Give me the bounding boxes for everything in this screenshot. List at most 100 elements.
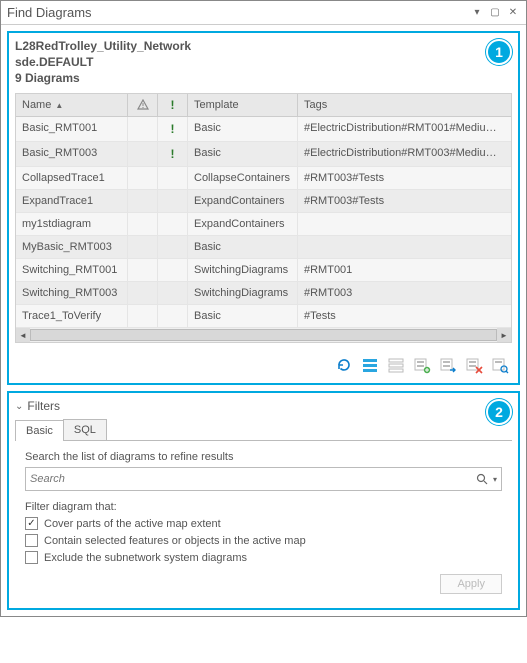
tab-sql[interactable]: SQL	[63, 419, 107, 440]
checkbox-selected[interactable]	[25, 534, 38, 547]
window-title: Find Diagrams	[7, 5, 92, 20]
delete-diagram-button[interactable]	[464, 355, 484, 375]
table-row[interactable]: Switching_RMT001SwitchingDiagrams#RMT001	[16, 259, 511, 282]
cell-warn	[128, 236, 158, 258]
checkbox-row-extent: ✓ Cover parts of the active map extent	[25, 517, 502, 530]
cell-template: Basic	[188, 236, 298, 258]
scroll-left-icon[interactable]: ◄	[16, 328, 30, 342]
source-name: sde.DEFAULT	[15, 55, 512, 69]
open-diagram-button[interactable]	[438, 355, 458, 375]
results-panel: 1 L28RedTrolley_Utility_Network sde.DEFA…	[7, 31, 520, 385]
cell-warn	[128, 167, 158, 189]
tab-basic-body: Search the list of diagrams to refine re…	[15, 441, 512, 602]
add-diagram-button[interactable]	[412, 355, 432, 375]
cell-warn	[128, 305, 158, 327]
filter-tabs: Basic SQL	[15, 419, 512, 441]
scroll-right-icon[interactable]: ►	[497, 328, 511, 342]
table-row[interactable]: Switching_RMT003SwitchingDiagrams#RMT003	[16, 282, 511, 305]
cell-name: MyBasic_RMT003	[16, 236, 128, 258]
cell-warn	[128, 190, 158, 212]
cell-name: Switching_RMT003	[16, 282, 128, 304]
col-warning[interactable]	[128, 94, 158, 116]
cell-tags: #ElectricDistribution#RMT001#Medium Volt…	[298, 117, 511, 141]
search-options-icon[interactable]: ▾	[490, 475, 497, 484]
cell-template: ExpandContainers	[188, 213, 298, 235]
cell-warn	[128, 282, 158, 304]
cell-name: my1stdiagram	[16, 213, 128, 235]
col-template[interactable]: Template	[188, 94, 298, 116]
checkbox-extent[interactable]: ✓	[25, 517, 38, 530]
table-row[interactable]: my1stdiagram ExpandContainers	[16, 213, 511, 236]
titlebar: Find Diagrams ▾ ▢ ✕	[1, 1, 526, 25]
cell-name: ExpandTrace1	[16, 190, 128, 212]
scroll-track[interactable]	[30, 329, 497, 341]
cell-warn	[128, 117, 158, 141]
tab-basic[interactable]: Basic	[15, 420, 64, 441]
filters-header[interactable]: ⌄ Filters	[15, 399, 512, 417]
checkbox-row-exclude: Exclude the subnetwork system diagrams	[25, 551, 502, 564]
cell-name: Trace1_ToVerify	[16, 305, 128, 327]
table-header: Name ▲ ! Template Tags	[16, 94, 511, 117]
col-tags[interactable]: Tags	[298, 94, 511, 116]
table-body: Basic_RMT001!Basic#ElectricDistribution#…	[16, 117, 511, 328]
cell-name: Switching_RMT001	[16, 259, 128, 281]
close-icon[interactable]: ✕	[506, 6, 520, 20]
search-row: ▾	[25, 467, 502, 491]
chevron-down-icon: ⌄	[15, 401, 23, 412]
search-input[interactable]	[30, 473, 474, 485]
cell-tags: #Tests	[298, 305, 511, 327]
cell-tags	[298, 236, 511, 258]
apply-button[interactable]: Apply	[440, 574, 502, 594]
cell-template: Basic	[188, 117, 298, 141]
cell-consistency: !	[158, 142, 188, 166]
cell-consistency: !	[158, 117, 188, 141]
cell-tags: #ElectricDistribution#RMT003#Medium Volt…	[298, 142, 511, 166]
col-name-label: Name	[22, 99, 51, 111]
callout-badge-2: 2	[486, 399, 512, 425]
callout-badge-1: 1	[486, 39, 512, 65]
cell-tags	[298, 213, 511, 235]
cell-consistency	[158, 236, 188, 258]
table-row[interactable]: ExpandTrace1ExpandContainers#RMT003#Test…	[16, 190, 511, 213]
checkbox-row-selected: Contain selected features or objects in …	[25, 534, 502, 547]
table-row[interactable]: Basic_RMT003!Basic#ElectricDistribution#…	[16, 142, 511, 167]
table-row[interactable]: CollapsedTrace1CollapseContainers#RMT003…	[16, 167, 511, 190]
cell-tags: #RMT001	[298, 259, 511, 281]
diagram-count: 9 Diagrams	[15, 71, 512, 85]
checkbox-selected-label: Contain selected features or objects in …	[44, 535, 306, 547]
results-toolbar	[15, 353, 512, 377]
exclaim-icon: !	[171, 98, 175, 112]
cell-consistency	[158, 259, 188, 281]
warning-icon	[137, 99, 149, 111]
col-tags-label: Tags	[304, 99, 327, 111]
apply-row: Apply	[25, 574, 502, 594]
deselect-all-button[interactable]	[386, 355, 406, 375]
refresh-button[interactable]	[334, 355, 354, 375]
cell-consistency	[158, 167, 188, 189]
cell-name: Basic_RMT001	[16, 117, 128, 141]
dropdown-icon[interactable]: ▾	[470, 6, 484, 20]
find-diagrams-window: Find Diagrams ▾ ▢ ✕ 1 L28RedTrolley_Util…	[0, 0, 527, 617]
table-row[interactable]: Basic_RMT001!Basic#ElectricDistribution#…	[16, 117, 511, 142]
sort-asc-icon: ▲	[55, 101, 63, 110]
cell-warn	[128, 259, 158, 281]
maximize-icon[interactable]: ▢	[488, 6, 502, 20]
cell-consistency	[158, 305, 188, 327]
zoom-to-diagram-button[interactable]	[490, 355, 510, 375]
search-label: Search the list of diagrams to refine re…	[25, 451, 502, 463]
col-consistency[interactable]: !	[158, 94, 188, 116]
cell-warn	[128, 142, 158, 166]
cell-warn	[128, 213, 158, 235]
select-all-button[interactable]	[360, 355, 380, 375]
table-row[interactable]: MyBasic_RMT003 Basic	[16, 236, 511, 259]
col-template-label: Template	[194, 99, 239, 111]
checkbox-extent-label: Cover parts of the active map extent	[44, 518, 221, 530]
table-row[interactable]: Trace1_ToVerifyBasic#Tests	[16, 305, 511, 328]
col-name[interactable]: Name ▲	[16, 94, 128, 116]
horizontal-scrollbar[interactable]: ◄ ►	[16, 328, 511, 342]
checkbox-exclude[interactable]	[25, 551, 38, 564]
search-icon[interactable]	[474, 473, 490, 485]
cell-tags: #RMT003	[298, 282, 511, 304]
cell-consistency	[158, 190, 188, 212]
cell-consistency	[158, 282, 188, 304]
